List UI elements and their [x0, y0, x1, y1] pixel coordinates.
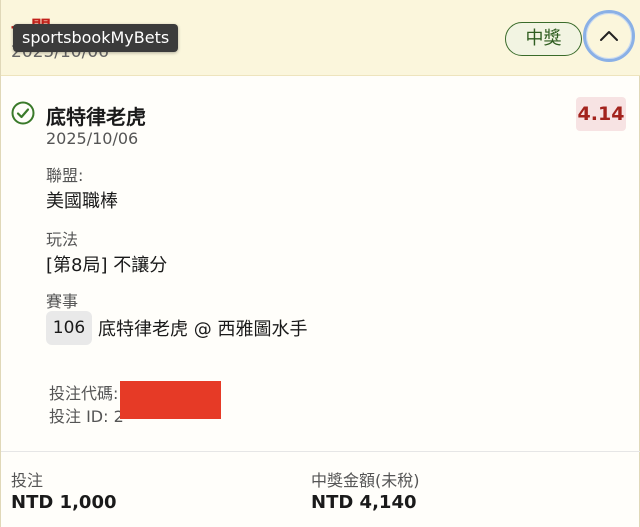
event-row: 106 底特律老虎 @ 西雅圖水手	[46, 311, 307, 345]
collapse-button[interactable]	[583, 10, 635, 62]
event-label: 賽事	[46, 292, 79, 311]
bet-card: 一關 2025/10/06 中獎 sportsbookMyBets 底特律老虎 …	[0, 0, 640, 527]
market-label: 玩法	[46, 230, 79, 249]
event-name: 底特律老虎 @ 西雅圖水手	[98, 319, 308, 340]
payout-value: NTD 4,140	[311, 492, 417, 513]
redaction-block	[120, 381, 221, 419]
payout-label: 中獎金額(未稅)	[311, 471, 420, 490]
market-value: [第8局] 不讓分	[46, 255, 168, 276]
selection-date: 2025/10/06	[46, 129, 139, 148]
bet-code-label: 投注代碼:	[49, 384, 119, 403]
chevron-up-icon	[600, 31, 618, 41]
event-number-badge: 106	[46, 311, 92, 345]
check-circle-icon	[11, 101, 35, 125]
bet-id-label: 投注 ID: 2	[49, 407, 124, 426]
tooltip: sportsbookMyBets	[13, 24, 179, 52]
league-label: 聯盟:	[46, 166, 84, 185]
footer-divider	[1, 451, 640, 452]
stake-label: 投注	[11, 471, 44, 490]
selection-name: 底特律老虎	[46, 105, 146, 129]
league-value: 美國職棒	[46, 191, 118, 212]
status-badge: 中獎	[505, 22, 582, 56]
stake-value: NTD 1,000	[11, 492, 117, 513]
odds-badge: 4.14	[576, 97, 626, 131]
